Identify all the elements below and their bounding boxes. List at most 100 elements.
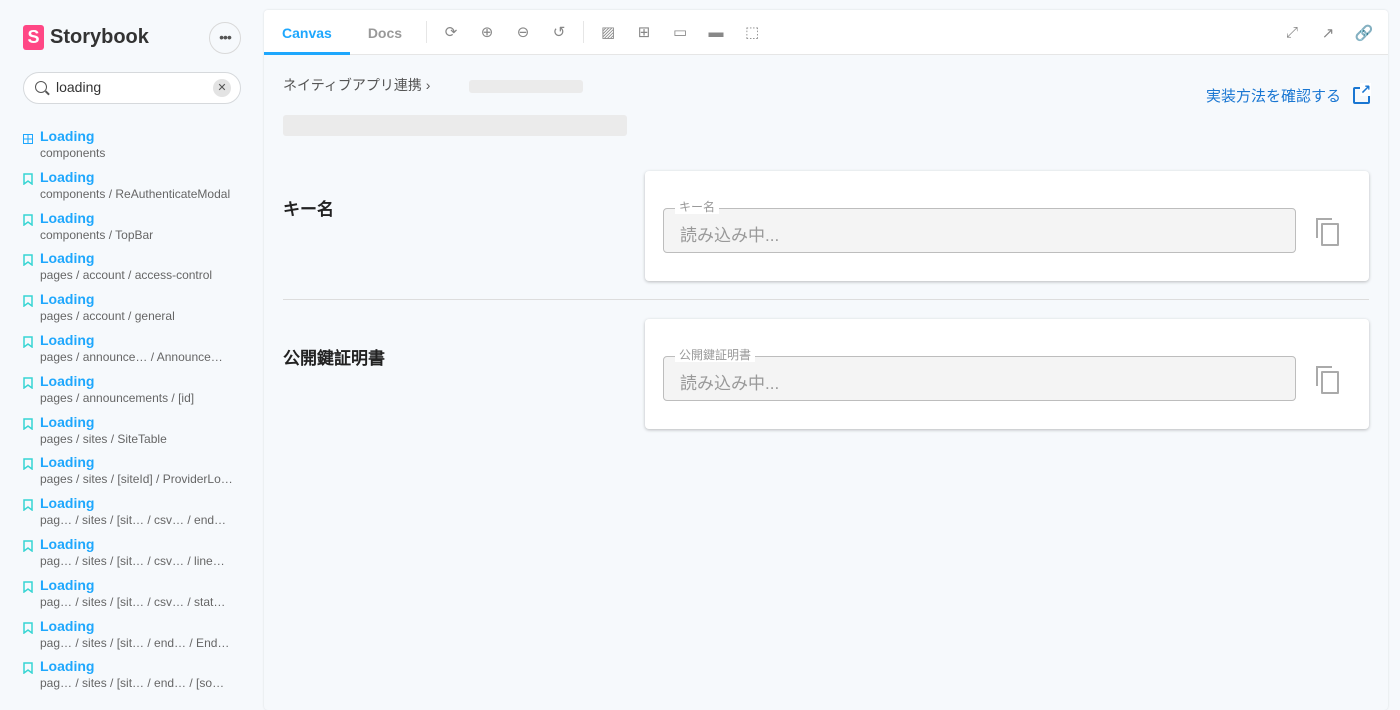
- search-result-item[interactable]: Loading pages / account / general: [0, 290, 264, 331]
- item-path: components: [40, 146, 106, 160]
- item-title: Loading: [40, 535, 95, 552]
- item-path: pages / sites / [siteId] / ProviderLo…: [40, 472, 233, 487]
- item-title: Loading: [40, 658, 95, 675]
- bookmark-icon: [23, 539, 33, 553]
- item-path: pag… / sites / [sit… / csv… / stat…: [40, 594, 226, 609]
- item-path: components / ReAuthenticateModal: [40, 186, 231, 201]
- item-title: Loading: [40, 128, 95, 144]
- copy-icon[interactable]: [1316, 218, 1339, 246]
- item-title: Loading: [40, 495, 95, 512]
- divider: [283, 299, 1369, 300]
- field-value: 読み込み中...: [680, 374, 780, 393]
- search-result-item[interactable]: Loading pages / announce… / Announce…: [0, 331, 264, 372]
- item-path: pages / sites / SiteTable: [40, 431, 167, 446]
- item-title: Loading: [40, 576, 95, 593]
- zoom-in-icon[interactable]: ⊕: [469, 23, 505, 41]
- item-path: pag… / sites / [sit… / end… / [so…: [40, 676, 225, 691]
- divider: [426, 21, 428, 43]
- title-skeleton: [283, 115, 627, 136]
- grid-icon[interactable]: ⊞: [626, 23, 662, 41]
- section-label: 公開鍵証明書: [283, 349, 385, 368]
- implementation-link-text: 実装方法を確認する: [1205, 88, 1341, 105]
- search-box: ✕: [23, 72, 241, 104]
- item-title: Loading: [40, 250, 95, 267]
- item-path: pag… / sites / [sit… / end… / End…: [40, 635, 230, 650]
- item-title: Loading: [40, 454, 95, 471]
- open-new-tab-icon[interactable]: ↗: [1310, 24, 1346, 42]
- search-result-item[interactable]: Loading pag… / sites / [sit… / csv… / sta…: [0, 576, 264, 617]
- divider: [583, 21, 585, 43]
- bookmark-icon: [23, 376, 33, 390]
- search-result-item[interactable]: Loading components / ReAuthenticateModal: [0, 168, 264, 209]
- storybook-logo-icon: S: [23, 25, 44, 50]
- search-result-item[interactable]: Loading pages / sites / SiteTable: [0, 413, 264, 454]
- implementation-link[interactable]: 実装方法を確認する: [1205, 83, 1371, 106]
- copy-link-icon[interactable]: 🔗: [1346, 24, 1382, 42]
- bookmark-icon: [23, 621, 33, 635]
- key-name-field[interactable]: キー名 読み込み中...: [663, 200, 1296, 253]
- storybook-logo[interactable]: S Storybook: [23, 25, 149, 50]
- sidebar: S Storybook ••• ✕ LoadingcomponentsLoadi…: [0, 0, 264, 698]
- brand-name: Storybook: [50, 26, 149, 48]
- search-results: Loading components Loading components / ReA…: [0, 127, 264, 698]
- bookmark-icon: [23, 172, 33, 186]
- bookmark-icon: [23, 294, 33, 308]
- bookmark-icon: [23, 498, 33, 512]
- measure-icon[interactable]: ▬: [698, 24, 734, 41]
- bookmark-icon: [23, 417, 33, 431]
- item-title: Loading: [40, 209, 95, 226]
- item-path: pages / account / general: [40, 309, 175, 324]
- toolbar: Canvas Docs ⟳ ⊕ ⊖ ↺ ▨ ⊞ ▭ ▬ ⬚ ⤢ ↗ 🔗: [264, 10, 1388, 55]
- outline-icon[interactable]: ⬚: [734, 23, 770, 41]
- clear-search-button[interactable]: ✕: [213, 79, 231, 97]
- menu-button[interactable]: •••: [209, 22, 241, 54]
- zoom-reset-icon[interactable]: ↺: [541, 23, 577, 41]
- item-path: pages / announce… / Announce…: [40, 349, 223, 364]
- tab-docs[interactable]: Docs: [350, 10, 420, 55]
- background-icon[interactable]: ▨: [590, 23, 626, 41]
- search-result-item[interactable]: Loading pages / announcements / [id]: [0, 372, 264, 413]
- viewport-icon[interactable]: ▭: [662, 23, 698, 41]
- item-title: Loading: [40, 168, 95, 185]
- item-title: Loading: [40, 413, 95, 430]
- zoom-out-icon[interactable]: ⊖: [505, 23, 541, 41]
- search-result-item[interactable]: Loading pag… / sites / [sit… / end… / [so…: [0, 657, 264, 698]
- search-result-item[interactable]: Loading pag… / sites / [sit… / csv… / lin…: [0, 535, 264, 576]
- item-path: pag… / sites / [sit… / csv… / end…: [40, 513, 227, 528]
- breadcrumb-skeleton: [469, 80, 583, 93]
- search-input[interactable]: [56, 79, 206, 95]
- search-result-item[interactable]: Loading pag… / sites / [sit… / end… / End…: [0, 617, 264, 658]
- item-path: pages / announcements / [id]: [40, 390, 195, 405]
- certificate-card: 公開鍵証明書 読み込み中...: [645, 319, 1369, 429]
- bookmark-icon: [23, 580, 33, 594]
- field-value: 読み込み中...: [680, 226, 780, 245]
- item-title: Loading: [40, 372, 95, 389]
- external-link-icon: [1353, 83, 1371, 104]
- key-name-card: キー名 読み込み中...: [645, 171, 1369, 281]
- bookmark-icon: [23, 213, 33, 227]
- preview-panel: Canvas Docs ⟳ ⊕ ⊖ ↺ ▨ ⊞ ▭ ▬ ⬚ ⤢ ↗ 🔗 ネイティ…: [264, 10, 1388, 710]
- search-result-item[interactable]: Loading components / TopBar: [0, 209, 264, 250]
- bookmark-icon: [23, 661, 33, 675]
- search-result-item[interactable]: Loading components: [0, 127, 264, 168]
- component-grid-icon: [23, 131, 33, 144]
- section-label: キー名: [283, 200, 334, 219]
- search-result-item[interactable]: Loading pages / sites / [siteId] / Provid…: [0, 453, 264, 494]
- fullscreen-icon[interactable]: ⤢: [1274, 24, 1310, 41]
- search-result-item[interactable]: Loading pages / account / access-control: [0, 249, 264, 290]
- copy-icon[interactable]: [1316, 366, 1339, 394]
- breadcrumb[interactable]: ネイティブアプリ連携 ›: [283, 75, 430, 95]
- item-title: Loading: [40, 331, 95, 348]
- item-path: pages / account / access-control: [40, 268, 213, 283]
- search-icon: [35, 81, 47, 93]
- item-path: components / TopBar: [40, 227, 154, 242]
- item-title: Loading: [40, 617, 95, 634]
- item-path: pag… / sites / [sit… / csv… / line…: [40, 553, 225, 568]
- certificate-field[interactable]: 公開鍵証明書 読み込み中...: [663, 348, 1296, 401]
- reload-icon[interactable]: ⟳: [433, 23, 469, 41]
- search-result-item[interactable]: Loading pag… / sites / [sit… / csv… / end…: [0, 494, 264, 535]
- tab-canvas[interactable]: Canvas: [264, 10, 350, 55]
- field-label: 公開鍵証明書: [675, 348, 756, 362]
- bookmark-icon: [23, 335, 33, 349]
- item-title: Loading: [40, 291, 95, 308]
